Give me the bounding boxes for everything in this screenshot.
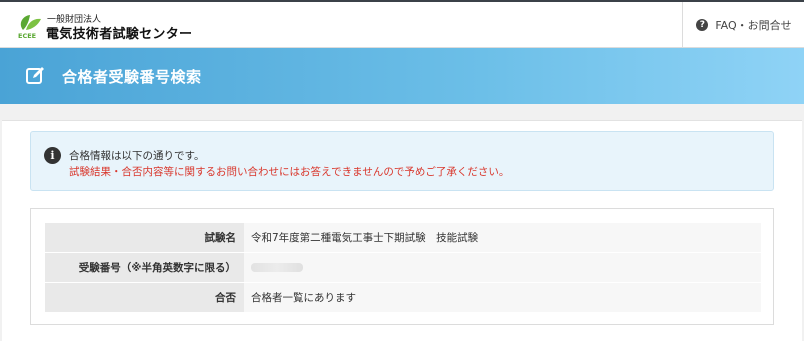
table-row-exam-name: 試験名 令和7年度第二種電気工事士下期試験 技能試験 <box>45 223 761 253</box>
ecee-logo-icon[interactable]: ECEE <box>14 10 44 40</box>
row-value: 令和7年度第二種電気工事士下期試験 技能試験 <box>244 223 761 252</box>
row-value-blurred <box>244 253 761 282</box>
redacted-exam-number <box>251 263 303 272</box>
row-label: 試験名 <box>45 223 244 252</box>
question-circle-icon: ? <box>696 18 709 31</box>
row-value: 合格者一覧にあります <box>244 283 761 312</box>
result-table: 試験名 令和7年度第二種電気工事士下期試験 技能試験 受験番号（※半角英数字に限… <box>30 208 774 325</box>
logo-text: ECEE <box>18 32 36 40</box>
faq-label: FAQ・お問合せ <box>715 18 792 32</box>
org-name[interactable]: 電気技術者試験センター <box>46 23 192 42</box>
page-title: 合格者受験番号検索 <box>62 68 202 86</box>
alert-message: 合格情報は以下の通りです。 <box>69 150 205 162</box>
site-header: ECEE 一般財団法人 電気技術者試験センター ? FAQ・お問合せ <box>0 2 804 48</box>
page-title-banner: 合格者受験番号検索 <box>0 48 804 104</box>
table-row-result: 合否 合格者一覧にあります <box>45 283 761 313</box>
info-icon: i <box>44 147 61 164</box>
faq-contact-link[interactable]: ? FAQ・お問合せ <box>682 2 804 47</box>
info-alert: i 合格情報は以下の通りです。 試験結果・合否内容等に関するお問い合わせにはお答… <box>30 131 774 191</box>
alert-warning: 試験結果・合否内容等に関するお問い合わせにはお答えできませんので予めご了承くださ… <box>69 166 510 178</box>
edit-icon <box>26 67 44 84</box>
table-row-exam-number: 受験番号（※半角英数字に限る） <box>45 253 761 283</box>
row-label: 合否 <box>45 283 244 312</box>
row-label: 受験番号（※半角英数字に限る） <box>45 253 244 282</box>
